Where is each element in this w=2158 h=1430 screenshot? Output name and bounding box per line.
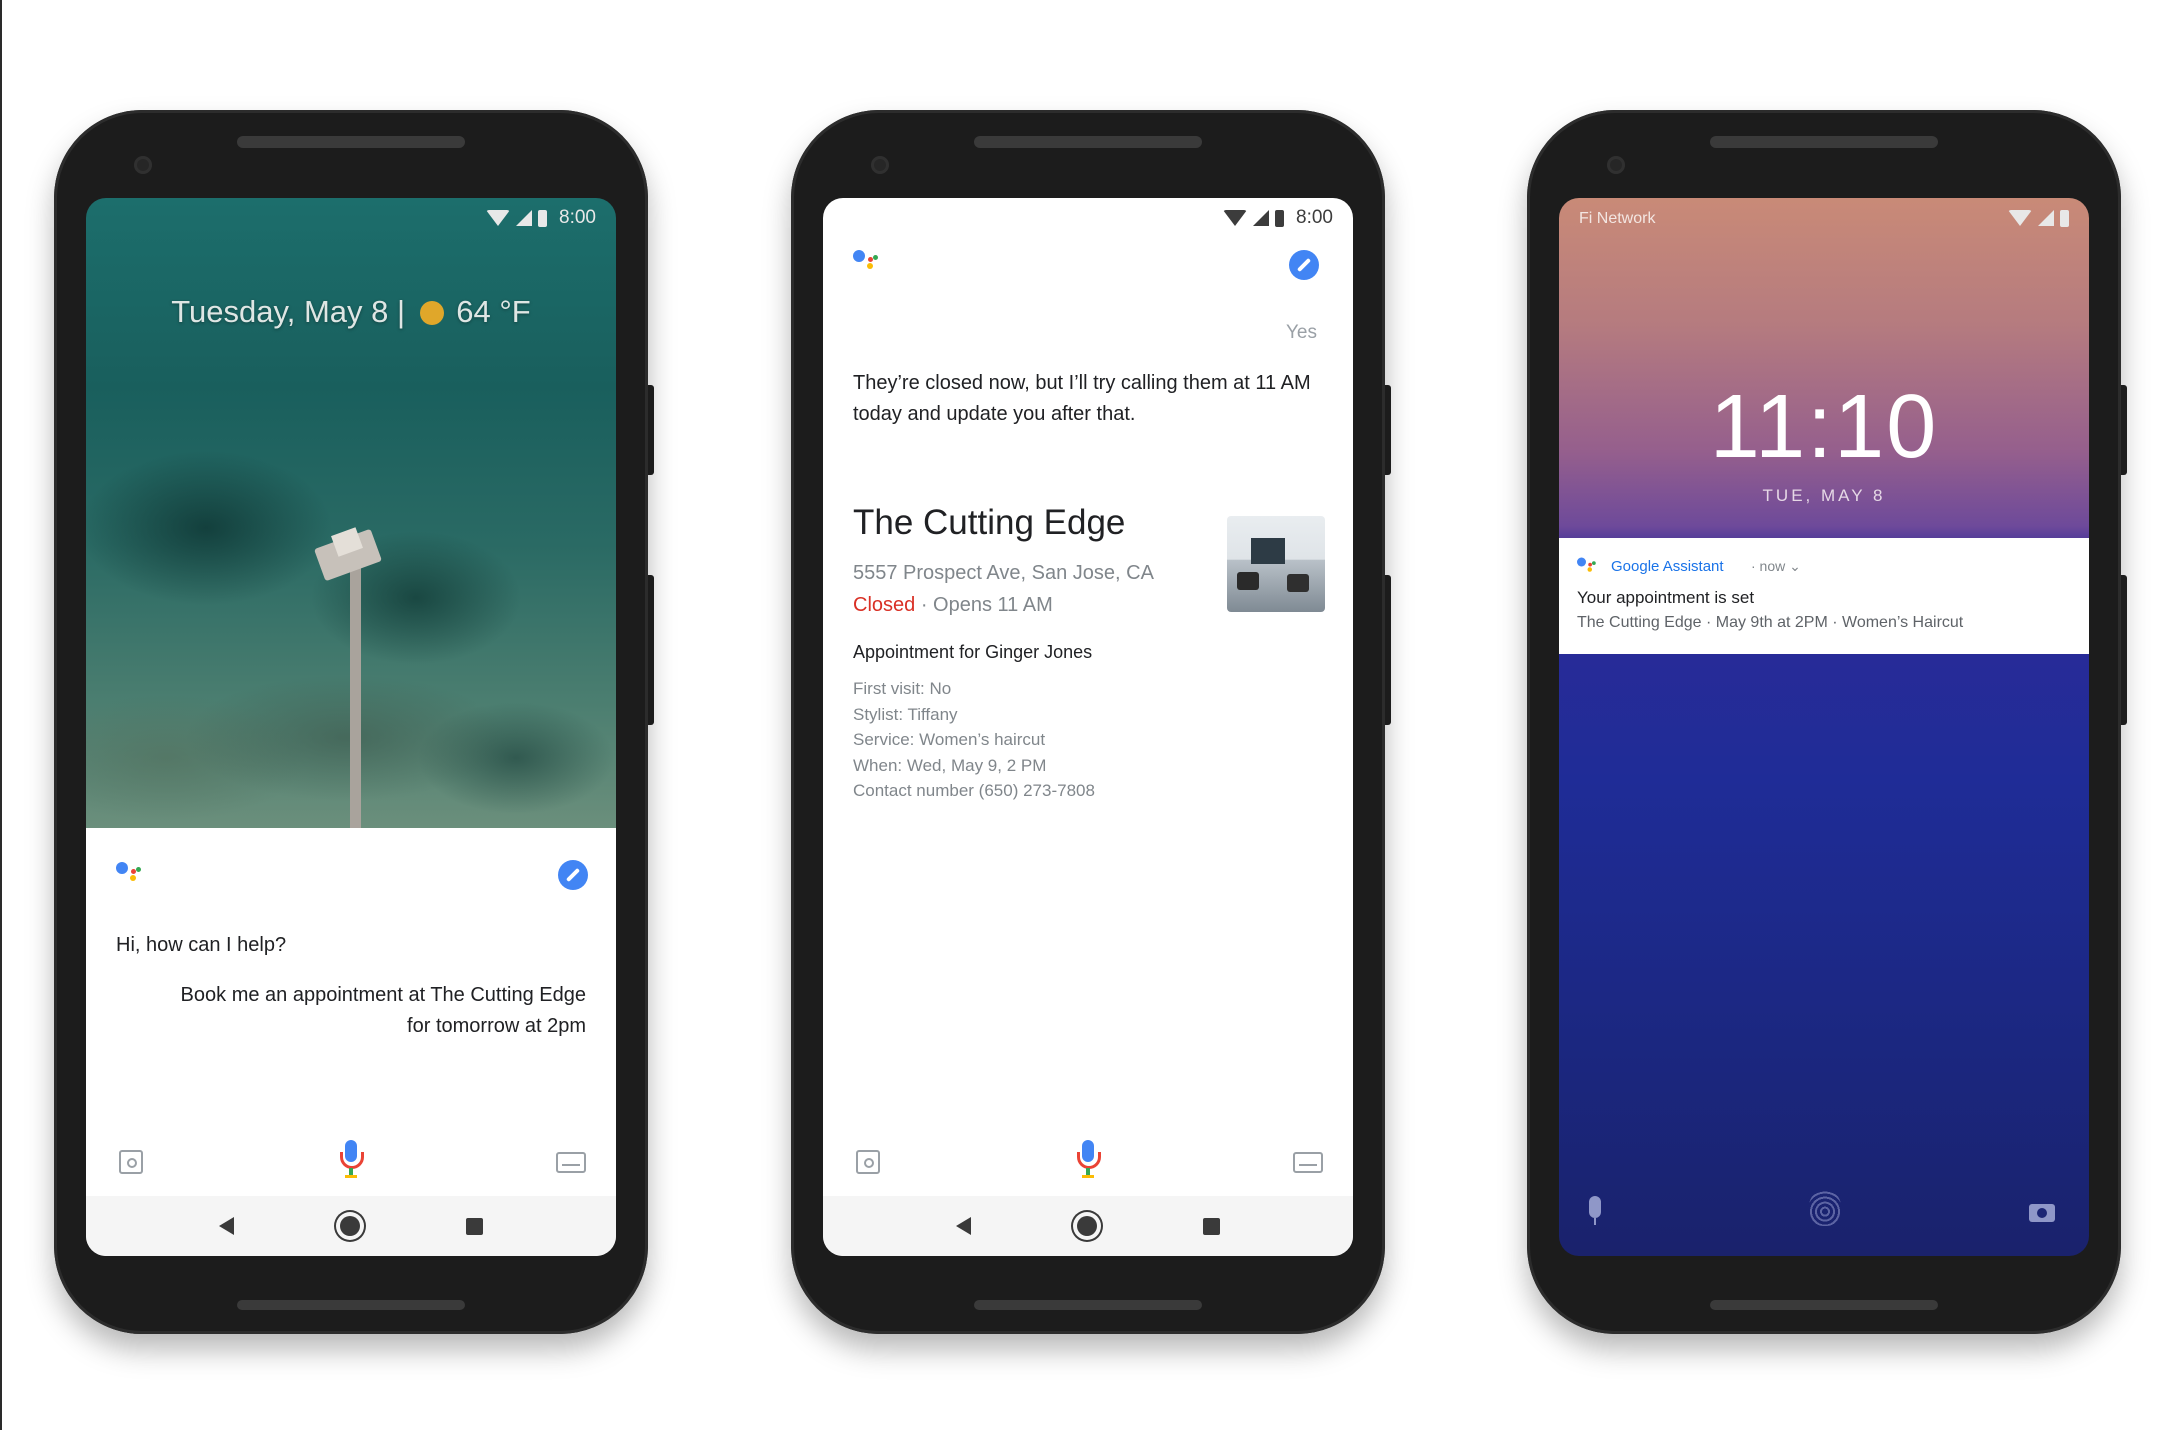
keyboard-icon[interactable] bbox=[1293, 1152, 1323, 1173]
lens-icon[interactable] bbox=[856, 1150, 880, 1174]
status-bar: 8:00 bbox=[823, 198, 1353, 238]
phone-1: 8:00 Tuesday, May 8 | 64 °F Hi, how can … bbox=[54, 110, 654, 1334]
home-icon[interactable] bbox=[340, 1216, 360, 1236]
assistant-prompt: Hi, how can I help? bbox=[116, 934, 287, 956]
appointment-detail: Service: Women’s haircut bbox=[853, 730, 1046, 749]
business-address: 5557 Prospect Ave, San Jose, CA bbox=[853, 562, 1154, 584]
front-camera bbox=[134, 156, 152, 174]
top-speaker bbox=[1710, 136, 1938, 148]
appointment-detail: First visit: No bbox=[853, 679, 952, 698]
appointment-details: First visit: No Stylist: Tiffany Service… bbox=[853, 676, 1095, 804]
wifi-icon bbox=[1223, 210, 1248, 226]
bottom-speaker bbox=[1710, 1300, 1938, 1310]
status-bar bbox=[1559, 198, 2089, 238]
pier-image bbox=[350, 558, 361, 828]
business-name[interactable]: The Cutting Edge bbox=[853, 503, 1125, 543]
closed-label: Closed bbox=[853, 594, 916, 616]
assistant-reply: They’re closed now, but I’ll try calling… bbox=[853, 372, 1311, 425]
home-icon[interactable] bbox=[1077, 1216, 1097, 1236]
bottom-speaker bbox=[974, 1300, 1202, 1310]
compass-icon[interactable] bbox=[558, 860, 588, 890]
status-time: 8:00 bbox=[1296, 207, 1333, 228]
window-edge bbox=[0, 0, 2, 1430]
assistant-input-bar bbox=[86, 1136, 616, 1186]
top-speaker bbox=[974, 136, 1202, 148]
lens-icon[interactable] bbox=[119, 1150, 143, 1174]
lock-clock: 11:10 bbox=[1709, 377, 1939, 477]
assistant-sheet: Hi, how can I help? Book me an appointme… bbox=[86, 828, 616, 1256]
phone-2-screen: 8:00 Yes They’re closed now, but I’ll tr… bbox=[823, 198, 1353, 1256]
cell-signal-icon bbox=[2038, 210, 2054, 226]
at-a-glance-widget[interactable]: Tuesday, May 8 | 64 °F bbox=[86, 294, 616, 330]
lock-date: TUE, MAY 8 bbox=[1762, 486, 1886, 505]
user-reply: Yes bbox=[1286, 322, 1317, 343]
navigation-bar bbox=[823, 1196, 1353, 1256]
top-speaker bbox=[237, 136, 465, 148]
volume-button bbox=[648, 575, 654, 725]
phone-3-lock-screen: Fi Network 11:10 TUE, MAY 8 Google Assis… bbox=[1559, 198, 2089, 1256]
front-camera bbox=[1607, 156, 1625, 174]
assistant-input-bar bbox=[823, 1136, 1353, 1186]
assistant-logo-icon bbox=[853, 248, 883, 276]
navigation-bar bbox=[86, 1196, 616, 1256]
appointment-heading: Appointment for Ginger Jones bbox=[853, 642, 1093, 662]
battery-icon bbox=[1275, 209, 1285, 227]
recents-icon[interactable] bbox=[1203, 1217, 1220, 1235]
notification-time[interactable]: · now ⌄ bbox=[1751, 558, 1801, 575]
mic-icon[interactable] bbox=[338, 1140, 364, 1178]
appointment-detail: Contact number (650) 273-7808 bbox=[853, 781, 1095, 800]
appointment-detail: When: Wed, May 9, 2 PM bbox=[853, 755, 1047, 775]
lock-date-text: Tuesday, May 8 | bbox=[171, 294, 406, 329]
keyboard-icon[interactable] bbox=[556, 1152, 586, 1173]
notification-app-name: Google Assistant bbox=[1611, 558, 1724, 575]
mic-icon[interactable] bbox=[1589, 1196, 1601, 1225]
power-button bbox=[648, 385, 654, 475]
volume-button bbox=[2121, 575, 2127, 725]
user-query-line-1: Book me an appointment at The Cutting Ed… bbox=[180, 984, 586, 1006]
sun-icon bbox=[419, 301, 444, 325]
opens-label: · Opens 11 AM bbox=[915, 594, 1053, 616]
back-icon[interactable] bbox=[219, 1217, 234, 1235]
volume-button bbox=[1385, 575, 1391, 725]
assistant-logo-icon bbox=[116, 860, 146, 888]
user-query: Book me an appointment at The Cutting Ed… bbox=[181, 980, 586, 1042]
front-camera bbox=[871, 156, 889, 174]
back-icon[interactable] bbox=[956, 1217, 971, 1235]
battery-icon bbox=[2060, 209, 2069, 227]
cell-signal-icon bbox=[1253, 210, 1270, 226]
lock-temperature: 64 °F bbox=[456, 294, 531, 329]
power-button bbox=[1385, 385, 1391, 475]
recents-icon[interactable] bbox=[466, 1217, 483, 1235]
fingerprint-icon[interactable] bbox=[1809, 1190, 1841, 1226]
status-time: 8:00 bbox=[559, 207, 596, 228]
status-bar: 8:00 bbox=[86, 198, 616, 238]
notification-body: The Cutting Edge · May 9th at 2PM · Wome… bbox=[1577, 614, 1964, 631]
business-hours-status: Closed · Opens 11 AM bbox=[853, 594, 1053, 617]
phone-1-screen: 8:00 Tuesday, May 8 | 64 °F Hi, how can … bbox=[86, 198, 616, 1256]
cell-signal-icon bbox=[516, 210, 533, 226]
user-query-line-2: for tomorrow at 2pm bbox=[407, 1015, 586, 1037]
appointment-detail: Stylist: Tiffany bbox=[853, 704, 958, 724]
assistant-logo-icon bbox=[1577, 556, 1600, 577]
wifi-icon bbox=[2008, 210, 2032, 226]
mic-icon[interactable] bbox=[1075, 1140, 1101, 1178]
wifi-icon bbox=[486, 210, 511, 226]
compass-icon[interactable] bbox=[1289, 250, 1319, 280]
wallpaper bbox=[86, 198, 616, 828]
power-button bbox=[2121, 385, 2127, 475]
bottom-speaker bbox=[237, 1300, 465, 1310]
business-photo[interactable] bbox=[1227, 516, 1325, 612]
camera-icon[interactable] bbox=[2029, 1204, 2055, 1222]
assistant-notification[interactable]: Google Assistant · now ⌄ Your appointmen… bbox=[1559, 538, 2089, 654]
phone-3: Fi Network 11:10 TUE, MAY 8 Google Assis… bbox=[1527, 110, 2127, 1334]
phone-2: 8:00 Yes They’re closed now, but I’ll tr… bbox=[791, 110, 1391, 1334]
battery-icon bbox=[538, 209, 548, 227]
notification-title: Your appointment is set bbox=[1577, 588, 1755, 607]
